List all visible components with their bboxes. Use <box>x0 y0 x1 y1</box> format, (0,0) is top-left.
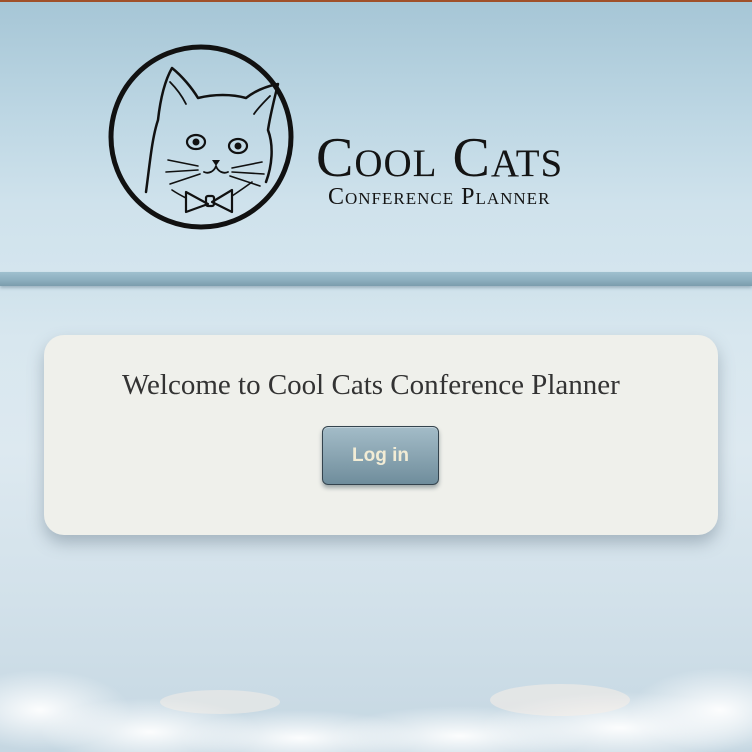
logo-subtitle: Conference Planner <box>328 184 551 210</box>
logo-title: Cool Cats <box>316 127 564 189</box>
welcome-card: Welcome to Cool Cats Conference Planner … <box>44 335 718 535</box>
site-logo[interactable]: Cool Cats Conference Planner <box>106 42 666 232</box>
login-button[interactable]: Log in <box>322 426 439 485</box>
cloud-background-icon <box>0 668 752 752</box>
header-divider <box>0 272 752 286</box>
site-header: Cool Cats Conference Planner <box>0 2 752 272</box>
login-page: { "header": { "logo": { "title": "Cool C… <box>0 0 752 752</box>
welcome-heading: Welcome to Cool Cats Conference Planner <box>122 369 620 401</box>
cat-with-bowtie-icon <box>108 44 294 230</box>
